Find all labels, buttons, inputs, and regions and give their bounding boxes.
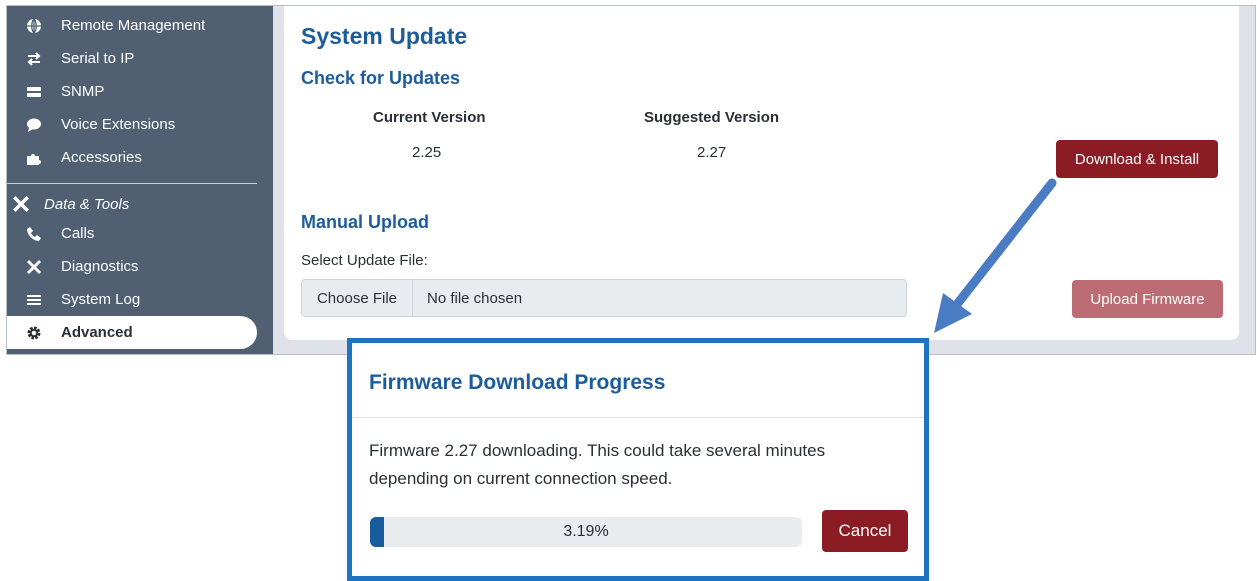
progress-bar: 3.19% [370,517,802,547]
firmware-progress-modal: Firmware Download Progress Firmware 2.27… [347,338,929,581]
progress-text: 3.19% [563,523,609,540]
modal-message: Firmware 2.27 downloading. This could ta… [369,441,826,488]
cancel-button[interactable]: Cancel [822,510,908,552]
modal-title: Firmware Download Progress [369,371,666,394]
modal-divider [352,417,924,418]
